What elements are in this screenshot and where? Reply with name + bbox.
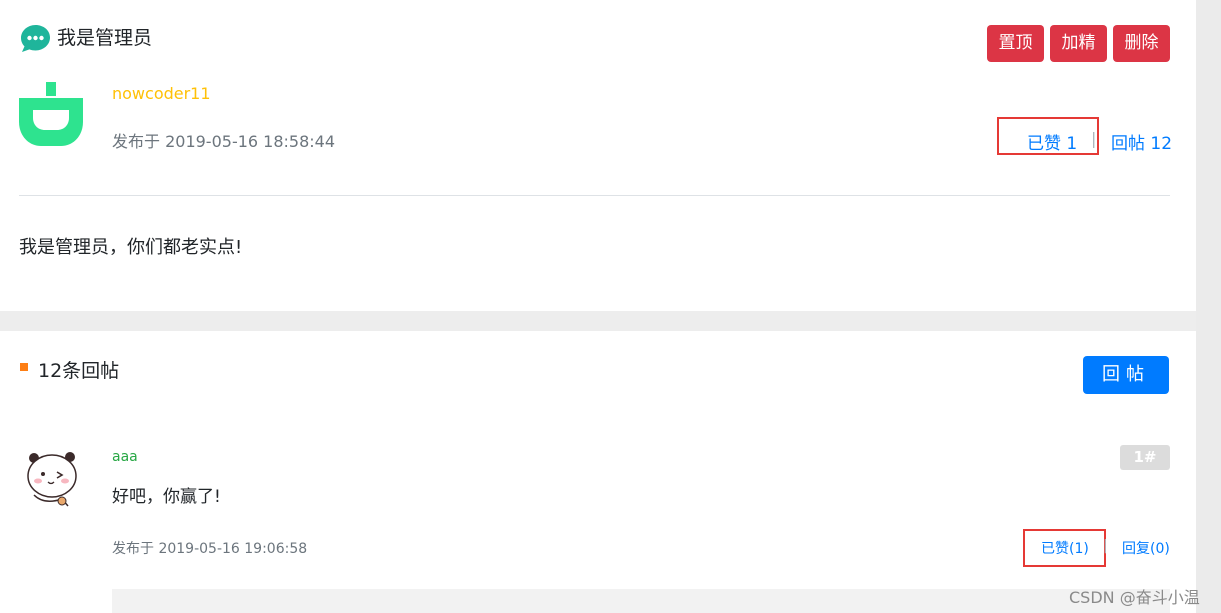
section-marker bbox=[20, 363, 28, 371]
post-content: 我是管理员，你们都老实点! bbox=[19, 237, 243, 258]
panda-avatar-icon[interactable] bbox=[24, 448, 82, 508]
sub-reply-area bbox=[112, 589, 1170, 613]
reply-button[interactable]: 回帖 bbox=[1083, 356, 1169, 394]
like-link[interactable]: 已赞 1 bbox=[1027, 129, 1077, 154]
floor-badge: 1# bbox=[1120, 445, 1170, 470]
scrollbar-gutter[interactable] bbox=[1196, 0, 1221, 613]
watermark: CSDN @奋斗小温 bbox=[1069, 588, 1200, 607]
divider bbox=[19, 195, 1170, 196]
action-separator: | bbox=[1091, 129, 1097, 148]
reply-timestamp: 发布于 2019-05-16 19:06:58 bbox=[112, 541, 308, 557]
highlight-button[interactable]: 加精 bbox=[1050, 25, 1107, 62]
reply-count-heading: 12条回帖 bbox=[38, 360, 120, 382]
reply-link[interactable]: 回帖 12 bbox=[1111, 129, 1172, 154]
author-name[interactable]: nowcoder11 bbox=[112, 84, 211, 103]
reply-reply-link[interactable]: 回复(0) bbox=[1122, 538, 1170, 558]
delete-button[interactable]: 删除 bbox=[1113, 25, 1170, 62]
chat-bubble-icon bbox=[21, 25, 50, 52]
section-gap bbox=[0, 311, 1196, 331]
pin-button[interactable]: 置顶 bbox=[987, 25, 1044, 62]
post-timestamp: 发布于 2019-05-16 18:58:44 bbox=[112, 132, 336, 151]
reply-content: 好吧，你赢了! bbox=[112, 487, 221, 507]
reply-action-separator: | bbox=[1103, 538, 1108, 554]
plug-avatar-icon[interactable] bbox=[19, 82, 83, 146]
post-title: 我是管理员 bbox=[57, 27, 153, 49]
reply-like-link[interactable]: 已赞(1) bbox=[1041, 538, 1089, 558]
reply-user-name[interactable]: aaa bbox=[112, 449, 138, 465]
